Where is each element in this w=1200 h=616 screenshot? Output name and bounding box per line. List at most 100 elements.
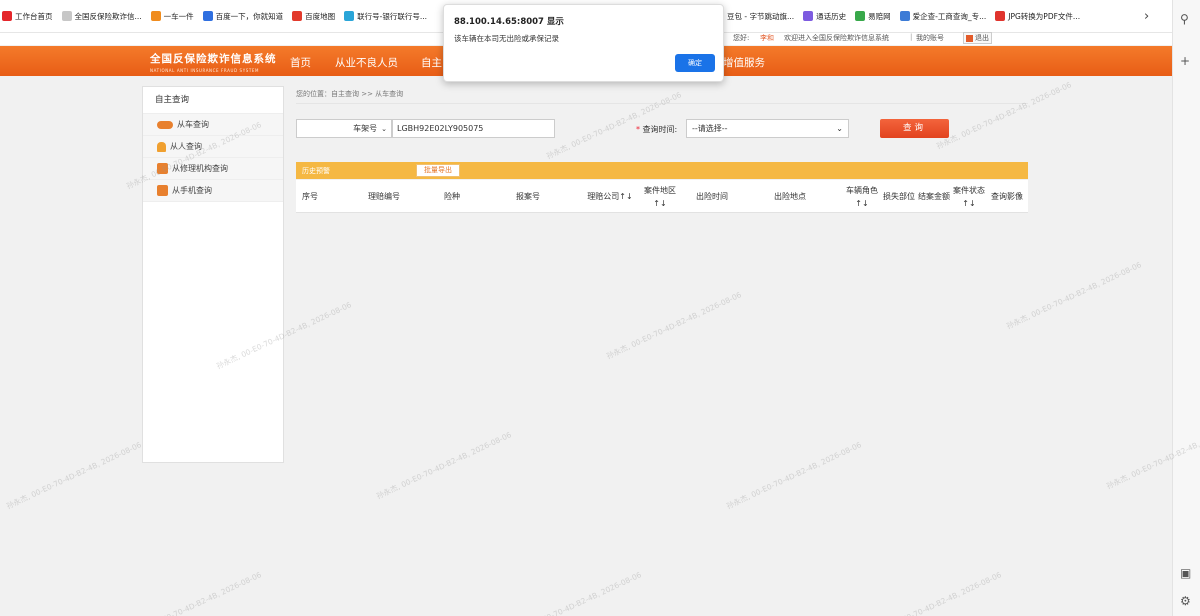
bookmark-label: 百度一下，你就知道 [215,11,284,21]
dialog-message: 该车辆在本司无出险或承保记录 [454,34,559,43]
bookmarks-more-chevron-icon[interactable]: › [1144,9,1149,24]
bookmark-label: 一车一件 [163,11,194,21]
bookmark-favicon-icon [855,11,866,21]
table-column-header: 理赔编号 [368,192,400,201]
table-column-header: 序号 [302,192,318,201]
watermark-text: 孙永杰, 00-E0-70-4D-B2-4B, 2026-08-06 [5,440,143,511]
my-account-link[interactable]: 我的账号 [916,33,944,43]
table-column-header: 损失部位 [883,192,915,201]
sidebar: 自主查询 从车查询 从人查询 从修理机构查询 从手机查询 [142,86,284,463]
separator: | [910,33,913,41]
table-column-header[interactable]: 车辆角色↑↓ [844,180,880,213]
bookmark-favicon-icon [61,11,72,21]
chevron-down-icon: ⌄ [381,124,387,133]
username: 李和 [760,34,774,42]
search-icon[interactable]: ⚲ [1180,12,1189,26]
bookmark-label: 通话历史 [816,11,847,21]
bookmark-favicon-icon [344,11,355,21]
bookmark-label: 豆包 - 字节跳动旗... [727,11,795,21]
bookmark-favicon-icon [202,11,213,21]
bookmark-item[interactable]: JPG转换为PDF文件... [995,6,1080,26]
alert-dialog: 88.100.14.65:8007 显示 该车辆在本司无出险或承保记录 确定 [443,4,724,82]
bookmark-label: 联行号-银行联行号... [357,11,428,21]
field-type-select[interactable]: 车架号 ⌄ [296,119,392,138]
dialog-ok-button[interactable]: 确定 [675,54,715,72]
car-icon [157,120,173,129]
history-warning-bar: 历史预警 批量导出 [296,162,1028,179]
nav-self-query[interactable]: 自主 [421,55,442,70]
field-type-value: 车架号 [353,124,378,133]
batch-export-button[interactable]: 批量导出 [416,164,460,177]
table-column-header: 结案金额 [918,192,950,201]
sidebar-item-vehicle-query[interactable]: 从车查询 [143,114,283,136]
bookmark-item[interactable]: 百度地图 [292,6,335,26]
required-marker: * [636,125,640,134]
bookmark-item[interactable]: 全国反保险欺诈信... [61,6,142,26]
table-column-header: 查询影像 [991,192,1023,201]
bookmark-item[interactable]: 易赔网 [855,6,891,26]
bookmark-label: 全国反保险欺诈信... [74,11,142,21]
bookmark-item[interactable]: 爱企查-工商查询_专... [899,6,986,26]
bookmark-item[interactable]: 工作台首页 [2,6,53,26]
sidebar-item-repair-shop-query[interactable]: 从修理机构查询 [143,158,283,180]
bookmark-label: JPG转换为PDF文件... [1008,11,1081,21]
sidebar-item-label: 从车查询 [177,120,209,129]
main-content: 您的位置：自主查询 >> 从车查询 车架号 ⌄ LGBH92E02LY90507… [290,86,1030,486]
logout-label: 退出 [975,34,989,42]
watermark-text: 孙永杰, 00-E0-70-4D-B2-4B, 2026-08-06 [125,570,263,616]
query-time-label-text: 查询时间: [642,125,678,134]
dialog-title: 88.100.14.65:8007 显示 [454,17,564,27]
bookmark-favicon-icon [2,11,12,21]
bookmark-item[interactable]: 联行号-银行联行号... [344,6,427,26]
divider [296,103,1028,104]
repair-shop-icon [157,163,168,174]
table-column-header[interactable]: 案件状态↑↓ [952,180,986,213]
sidebar-item-person-query[interactable]: 从人查询 [143,136,283,158]
watermark-text: 孙永杰, 00-E0-70-4D-B2-4B, 2026-08-06 [505,570,643,616]
sidebar-title: 自主查询 [143,87,283,114]
sidebar-item-label: 从人查询 [170,142,202,151]
site-logo[interactable]: 全国反保险欺诈信息系统 NATIONAL ANTI INSURANCE FRAU… [150,51,277,73]
bookmark-item[interactable]: 百度一下，你就知道 [202,6,284,26]
screenshot-icon[interactable]: ▣ [1180,566,1191,580]
table-column-header: 报案号 [516,192,540,201]
table-column-header[interactable]: 理赔公司↑↓ [584,180,636,213]
table-column-header: 出险时间 [696,192,728,201]
gear-icon[interactable]: ⚙ [1180,594,1191,608]
logout-button[interactable]: 退出 [963,32,992,44]
bookmark-item[interactable]: 豆包 - 字节跳动旗... [714,6,794,26]
logout-icon [966,34,973,42]
watermark-text: 孙永杰, 00-E0-70-4D-B2-4B, 2026-08-06 [865,570,1003,616]
query-time-select[interactable]: --请选择-- ⌄ [686,119,849,138]
query-time-value: --请选择-- [692,124,728,133]
chevron-down-icon: ⌄ [836,124,843,133]
bookmark-favicon-icon [803,11,814,21]
bookmark-favicon-icon [995,11,1006,21]
greeting-text: 您好: [733,34,750,42]
logo-title: 全国反保险欺诈信息系统 [150,53,277,65]
logo-subtitle: NATIONAL ANTI INSURANCE FRAUD SYSTEM [150,68,260,73]
nav-home[interactable]: 首页 [290,55,311,70]
phone-icon [157,185,168,196]
breadcrumb: 您的位置：自主查询 >> 从车查询 [296,90,404,98]
vin-input[interactable]: LGBH92E02LY905075 [392,119,555,138]
query-time-label: * 查询时间: [636,124,677,135]
bookmark-favicon-icon [292,11,303,21]
sidebar-item-label: 从手机查询 [172,186,212,195]
nav-value-added[interactable]: 增值服务 [723,55,765,70]
table-column-header: 险种 [444,192,460,201]
bookmark-favicon-icon [899,11,910,21]
bookmark-label: 工作台首页 [15,11,53,21]
bookmark-item[interactable]: 一车一件 [150,6,194,26]
table-column-header[interactable]: 案件地区↑↓ [640,180,680,213]
bookmark-label: 百度地图 [305,11,336,21]
bookmark-item[interactable]: 通话历史 [803,6,846,26]
bookmark-label: 易赔网 [868,11,891,21]
add-icon[interactable]: + [1180,54,1190,68]
nav-bad-practitioners[interactable]: 从业不良人员 [335,55,398,70]
query-button[interactable]: 查询 [880,119,949,138]
person-icon [157,141,166,152]
welcome-text: 欢迎进入全国反保险欺诈信息系统 [784,34,889,42]
sidebar-item-phone-query[interactable]: 从手机查询 [143,180,283,202]
history-warning-label: 历史预警 [302,167,330,175]
